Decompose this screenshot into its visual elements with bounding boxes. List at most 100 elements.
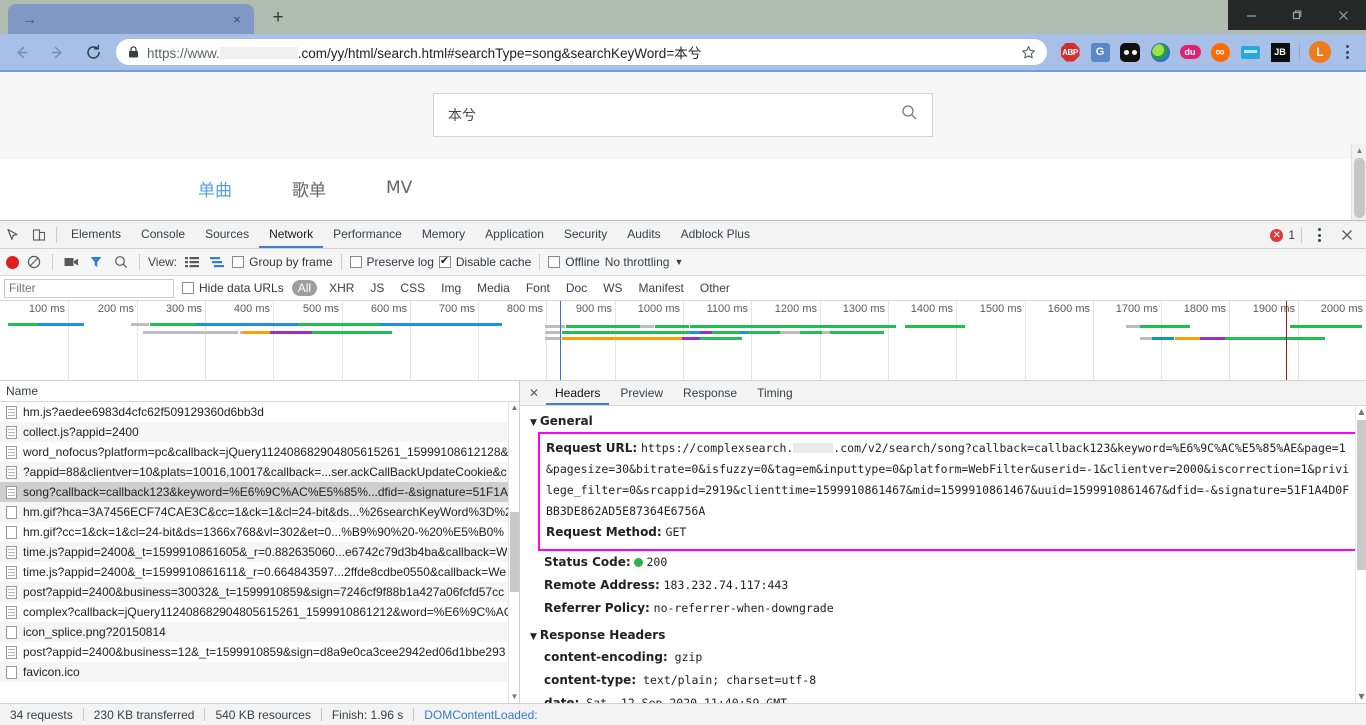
devtools-tab-elements[interactable]: Elements xyxy=(61,221,131,248)
site-search-box[interactable] xyxy=(433,92,933,137)
request-row[interactable]: hm.gif?cc=1&ck=1&cl=24-bit&ds=1366x768&v… xyxy=(0,522,519,542)
window-minimize-button[interactable] xyxy=(1228,0,1274,30)
address-bar[interactable]: https://www. .com/yy/html/search.html#sea… xyxy=(116,39,1047,65)
request-row[interactable]: time.js?appid=2400&_t=1599910861611&_r=0… xyxy=(0,562,519,582)
response-headers-section-title[interactable]: ▼ Response Headers xyxy=(520,626,1366,646)
filter-type-xhr[interactable]: XHR xyxy=(325,280,358,296)
preserve-log-box[interactable] xyxy=(349,256,362,268)
detail-tab-timing[interactable]: Timing xyxy=(748,381,802,405)
request-scroll-down-arrow[interactable]: ▼ xyxy=(509,691,519,703)
request-row[interactable]: post?appid=2400&business=30032&_t=159991… xyxy=(0,582,519,602)
request-row[interactable]: icon_splice.png?20150814 xyxy=(0,622,519,642)
profile-avatar[interactable]: L xyxy=(1309,41,1331,63)
chevron-down-icon[interactable]: ▼ xyxy=(674,257,683,267)
disable-cache-checkbox[interactable]: Disable cache xyxy=(438,254,531,269)
bookmark-star-icon[interactable] xyxy=(1015,45,1041,60)
devtools-tab-security[interactable]: Security xyxy=(554,221,617,248)
devtools-menu-icon[interactable] xyxy=(1308,228,1330,242)
search-icon[interactable] xyxy=(901,104,918,126)
view-waterfall-icon[interactable] xyxy=(207,252,227,272)
browser-menu-icon[interactable] xyxy=(1336,45,1358,59)
browser-tab[interactable]: → × xyxy=(8,4,254,34)
request-list-scrollbar[interactable]: ▲ ▼ xyxy=(508,402,519,703)
page-tab-songs[interactable]: 单曲 xyxy=(198,176,232,201)
filter-type-all[interactable]: All xyxy=(291,280,318,296)
page-tab-mv[interactable]: MV xyxy=(386,178,412,198)
disable-cache-box[interactable] xyxy=(438,254,451,268)
request-row[interactable]: hm.js?aedee6983d4cfc62f509129360d6bb3d xyxy=(0,402,519,422)
hide-data-urls-checkbox[interactable]: Hide data URLs xyxy=(182,281,284,295)
infinity-new-tab-icon[interactable]: ∞ xyxy=(1205,37,1235,67)
filter-type-img[interactable]: Img xyxy=(437,280,465,296)
window-close-button[interactable] xyxy=(1320,0,1366,30)
offline-box[interactable] xyxy=(548,256,561,268)
request-row[interactable]: complex?callback=jQuery11240868290480561… xyxy=(0,602,519,622)
search-icon[interactable] xyxy=(111,252,131,272)
devtools-tab-sources[interactable]: Sources xyxy=(195,221,259,248)
devtools-tab-application[interactable]: Application xyxy=(475,221,554,248)
detail-close-icon[interactable]: ✕ xyxy=(524,386,544,400)
record-button[interactable] xyxy=(6,255,19,269)
google-translate-icon[interactable]: G xyxy=(1085,37,1115,67)
filter-type-font[interactable]: Font xyxy=(522,280,554,296)
group-by-frame-checkbox[interactable]: Group by frame xyxy=(232,255,333,269)
window-maximize-button[interactable] xyxy=(1274,0,1320,30)
clear-button[interactable] xyxy=(24,252,44,272)
network-overview-timeline[interactable]: 100 ms 200 ms 300 ms 400 ms 500 ms 600 ms 700 … xyxy=(0,301,1366,381)
preserve-log-checkbox[interactable]: Preserve log xyxy=(349,255,434,269)
filter-type-other[interactable]: Other xyxy=(696,280,734,296)
back-button[interactable] xyxy=(6,37,36,67)
devtools-close-icon[interactable] xyxy=(1334,222,1360,248)
request-row[interactable]: song?callback=callback123&keyword=%E6%9C… xyxy=(0,482,519,502)
offline-checkbox[interactable]: Offline xyxy=(548,255,600,269)
inspect-element-icon[interactable] xyxy=(0,222,26,248)
forward-button[interactable] xyxy=(42,37,72,67)
filter-input[interactable] xyxy=(4,278,174,298)
jb-extension-icon[interactable]: JB xyxy=(1265,37,1295,67)
filter-icon[interactable] xyxy=(86,252,106,272)
detail-scroll-thumb[interactable] xyxy=(1357,420,1366,570)
request-row[interactable]: favicon.ico xyxy=(0,662,519,682)
error-count-badge[interactable]: ✕ 1 xyxy=(1270,228,1295,242)
toggle-device-toolbar-icon[interactable] xyxy=(26,222,52,248)
devtools-tab-audits[interactable]: Audits xyxy=(617,221,670,248)
devtools-tab-memory[interactable]: Memory xyxy=(412,221,475,248)
devtools-tab-network[interactable]: Network xyxy=(259,221,323,248)
new-tab-button[interactable]: + xyxy=(264,4,292,32)
general-section-title[interactable]: ▼ General xyxy=(520,412,1366,432)
caret-down-icon-2[interactable]: ▼ xyxy=(530,632,537,642)
detail-tab-response[interactable]: Response xyxy=(674,381,746,405)
request-row[interactable]: collect.js?appid=2400 xyxy=(0,422,519,442)
detail-scroll-up-arrow[interactable]: ▲ xyxy=(1356,406,1366,418)
blue-extension-icon[interactable] xyxy=(1235,37,1265,67)
devtools-tab-console[interactable]: Console xyxy=(131,221,195,248)
hide-data-urls-box[interactable] xyxy=(182,282,194,294)
request-row[interactable]: time.js?appid=2400&_t=1599910861605&_r=0… xyxy=(0,542,519,562)
tab-close-icon[interactable]: × xyxy=(226,12,248,27)
request-row[interactable]: hm.gif?hca=3A7456ECF74CAE3C&cc=1&ck=1&cl… xyxy=(0,502,519,522)
reload-button[interactable] xyxy=(78,37,108,67)
detail-scrollbar[interactable]: ▲ ▼ xyxy=(1355,406,1366,703)
request-row[interactable]: word_nofocus?platform=pc&callback=jQuery… xyxy=(0,442,519,462)
du-extension-icon[interactable]: du xyxy=(1175,37,1205,67)
request-scroll-thumb[interactable] xyxy=(510,512,519,592)
caret-down-icon[interactable]: ▼ xyxy=(530,418,537,428)
page-tab-playlists[interactable]: 歌单 xyxy=(292,176,326,201)
internet-download-manager-icon[interactable] xyxy=(1145,37,1175,67)
filter-type-ws[interactable]: WS xyxy=(599,280,626,296)
group-by-frame-box[interactable] xyxy=(232,256,245,268)
view-list-icon[interactable] xyxy=(182,252,202,272)
detail-tab-headers[interactable]: Headers xyxy=(546,381,609,405)
capture-screenshots-icon[interactable] xyxy=(61,252,81,272)
devtools-tab-performance[interactable]: Performance xyxy=(323,221,412,248)
detail-scroll-down-arrow[interactable]: ▼ xyxy=(1356,691,1366,703)
request-row[interactable]: post?appid=2400&business=12&_t=159991085… xyxy=(0,642,519,662)
adblock-plus-icon[interactable]: ABP xyxy=(1055,37,1085,67)
request-list-header[interactable]: Name xyxy=(0,381,519,402)
page-scroll-thumb[interactable] xyxy=(1354,158,1365,218)
devtools-tab-adblock-plus[interactable]: Adblock Plus xyxy=(671,221,760,248)
two-dots-extension-icon[interactable] xyxy=(1115,37,1145,67)
throttling-select[interactable]: No throttling xyxy=(605,255,670,269)
filter-type-js[interactable]: JS xyxy=(366,280,388,296)
request-rows-container[interactable]: hm.js?aedee6983d4cfc62f509129360d6bb3d co… xyxy=(0,402,519,703)
